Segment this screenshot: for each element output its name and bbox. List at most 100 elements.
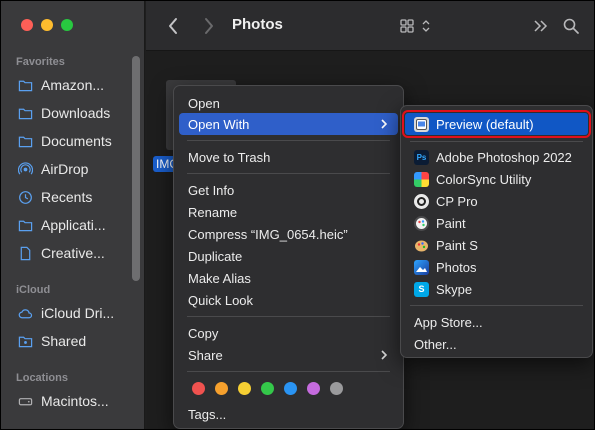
app-item-app-store[interactable]: App Store...: [405, 311, 588, 333]
app-item-photoshop[interactable]: Ps Adobe Photoshop 2022: [405, 146, 588, 168]
sidebar-item-label: Recents: [41, 189, 93, 205]
sidebar-section-locations: Locations: [16, 372, 68, 384]
tag-color-5[interactable]: [284, 382, 297, 395]
sidebar-item-label: iCloud Dri...: [41, 305, 115, 321]
menu-item-quick-look[interactable]: Quick Look: [179, 289, 398, 311]
app-item-label: Paint S: [436, 237, 478, 253]
folder-icon: [18, 78, 33, 93]
app-item-label: ColorSync Utility: [436, 171, 532, 187]
disk-icon: [18, 394, 33, 409]
tag-color-2[interactable]: [215, 382, 228, 395]
tag-color-1[interactable]: [192, 382, 205, 395]
app-item-other[interactable]: Other...: [405, 333, 588, 355]
sidebar-item-icloud-drive[interactable]: iCloud Dri...: [18, 302, 136, 324]
app-item-label: Paint: [436, 215, 466, 231]
back-button[interactable]: [162, 15, 184, 37]
menu-separator: [187, 140, 390, 141]
sidebar-item-label: Creative...: [41, 245, 105, 261]
close-window-button[interactable]: [21, 19, 33, 31]
tag-colors: [192, 382, 343, 395]
tag-color-4[interactable]: [261, 382, 274, 395]
sidebar-scrollbar[interactable]: [132, 56, 140, 281]
menu-item-make-alias[interactable]: Make Alias: [179, 267, 398, 289]
menu-separator: [410, 141, 583, 142]
sidebar-item-label: Macintos...: [41, 393, 109, 409]
sidebar-item-amazon[interactable]: Amazon...: [18, 74, 136, 96]
menu-item-label: Open With: [188, 116, 250, 132]
zoom-window-button[interactable]: [61, 19, 73, 31]
forward-button[interactable]: [198, 15, 220, 37]
app-item-colorsync[interactable]: ColorSync Utility: [405, 168, 588, 190]
clock-icon: [18, 190, 33, 205]
sidebar-item-downloads[interactable]: Downloads: [18, 102, 136, 124]
sidebar-item-label: Amazon...: [41, 77, 105, 93]
skype-icon: S: [414, 281, 429, 297]
tag-color-3[interactable]: [238, 382, 251, 395]
sidebar-item-label: Downloads: [41, 105, 111, 121]
menu-item-share[interactable]: Share: [179, 344, 398, 366]
menu-item-label: Share: [188, 347, 223, 363]
cloud-icon: [18, 306, 33, 321]
photos-icon: [414, 259, 429, 275]
menu-item-open-with[interactable]: Open With: [179, 113, 398, 135]
menu-item-get-info[interactable]: Get Info: [179, 179, 398, 201]
minimize-window-button[interactable]: [41, 19, 53, 31]
menu-item-open[interactable]: Open: [179, 92, 398, 114]
photoshop-icon: Ps: [414, 149, 429, 165]
sidebar-item-shared[interactable]: Shared: [18, 330, 136, 352]
menu-separator: [187, 371, 390, 372]
menu-item-duplicate[interactable]: Duplicate: [179, 245, 398, 267]
app-item-preview[interactable]: Preview (default): [402, 110, 591, 138]
view-options-button[interactable]: [399, 15, 435, 37]
app-item-skype[interactable]: S Skype: [405, 278, 588, 300]
sidebar-item-documents[interactable]: Documents: [18, 130, 136, 152]
open-with-submenu: Preview (default) Ps Adobe Photoshop 202…: [400, 105, 593, 358]
app-item-label: Skype: [436, 281, 473, 297]
airdrop-icon: [18, 161, 33, 177]
grid-view-icon: [400, 19, 430, 33]
chevron-right-icon: [205, 18, 213, 34]
toolbar: Photos: [146, 1, 594, 51]
sidebar-item-label: Documents: [41, 133, 112, 149]
menu-item-move-to-trash[interactable]: Move to Trash: [179, 146, 398, 168]
app-item-paint[interactable]: Paint: [405, 212, 588, 234]
tag-color-7[interactable]: [330, 382, 343, 395]
double-chevron-icon: [534, 20, 548, 32]
sidebar-section-icloud: iCloud: [16, 284, 51, 296]
app-item-cp-pro[interactable]: CP Pro: [405, 190, 588, 212]
tag-color-6[interactable]: [307, 382, 320, 395]
app-item-photos[interactable]: Photos: [405, 256, 588, 278]
menu-separator: [187, 173, 390, 174]
more-toolbar-button[interactable]: [530, 15, 552, 37]
traffic-lights: [21, 19, 73, 31]
menu-item-rename[interactable]: Rename: [179, 201, 398, 223]
sidebar-item-label: Applicati...: [41, 217, 106, 233]
folder-icon: [18, 218, 33, 233]
app-item-paint-s[interactable]: Paint S: [405, 234, 588, 256]
menu-separator: [187, 316, 390, 317]
menu-item-copy[interactable]: Copy: [179, 322, 398, 344]
colorsync-icon: [414, 171, 429, 187]
window-title: Photos: [232, 16, 283, 33]
sidebar-section-favorites: Favorites: [16, 56, 65, 68]
sidebar-item-creative[interactable]: Creative...: [18, 242, 136, 264]
sidebar-item-macintosh[interactable]: Macintos...: [18, 390, 136, 412]
folder-icon: [18, 134, 33, 149]
finder-window: Favorites Amazon... Downloads Documents …: [0, 0, 595, 430]
paint-s-icon: [414, 238, 429, 253]
app-item-label: Adobe Photoshop 2022: [436, 149, 572, 165]
menu-item-tags[interactable]: Tags...: [179, 403, 398, 425]
document-icon: [18, 246, 33, 261]
app-item-label: CP Pro: [436, 193, 478, 209]
sidebar-item-airdrop[interactable]: AirDrop: [18, 158, 136, 180]
sidebar-item-applications[interactable]: Applicati...: [18, 214, 136, 236]
submenu-arrow-icon: [381, 119, 388, 129]
menu-item-compress[interactable]: Compress “IMG_0654.heic”: [179, 223, 398, 245]
context-menu: Open Open With Move to Trash Get Info Re…: [173, 85, 404, 429]
sidebar-item-recents[interactable]: Recents: [18, 186, 136, 208]
paint-icon: [414, 215, 429, 231]
app-item-label: Preview (default): [436, 116, 534, 132]
search-button[interactable]: [560, 15, 582, 37]
submenu-arrow-icon: [381, 350, 388, 360]
shared-folder-icon: [18, 334, 33, 349]
